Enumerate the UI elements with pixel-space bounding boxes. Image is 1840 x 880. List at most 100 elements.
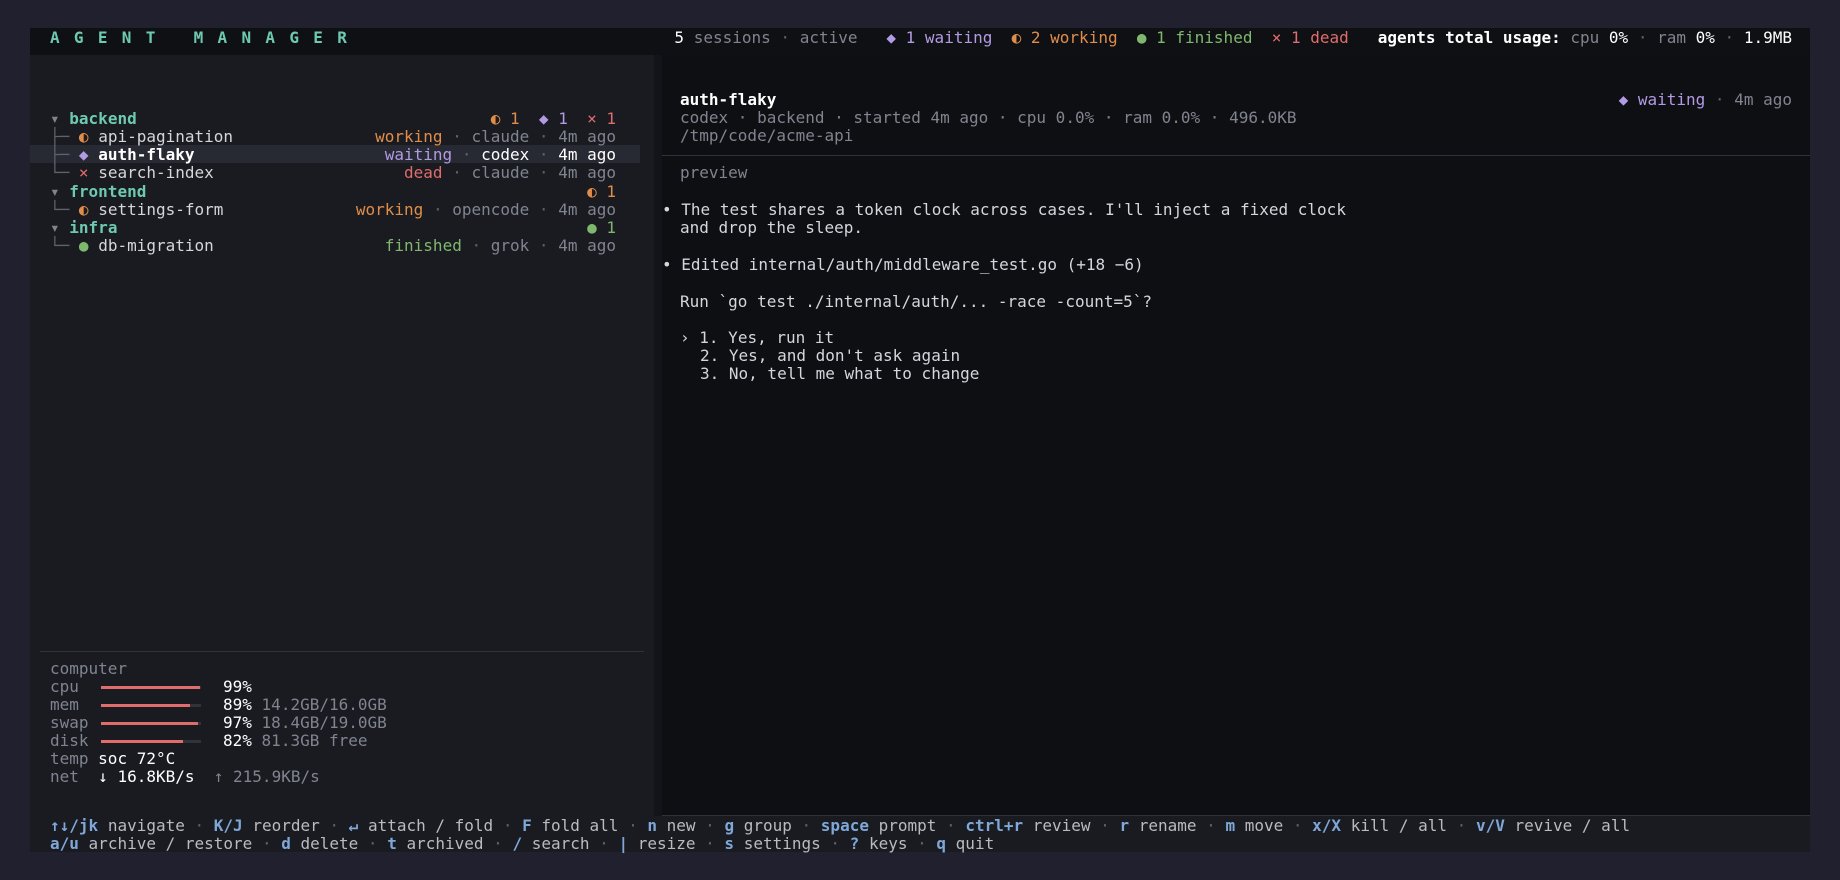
session-tree-pane: ▾ backend ◐ 1 ◆ 1 × 1 ├─ ◐ api-paginatio…: [30, 55, 654, 816]
keybinding-label: group: [743, 816, 792, 835]
session-status: dead: [404, 163, 443, 182]
temp-value: soc 72°C: [98, 749, 176, 768]
message-2: • Edited internal/auth/middleware_test.g…: [662, 256, 1144, 274]
swap-label: swap: [50, 713, 89, 732]
finished-icon: ●: [78, 236, 89, 255]
mem-percent: 89%: [223, 695, 252, 714]
sessions-label: sessions: [693, 28, 771, 47]
usage-label: agents total usage:: [1377, 28, 1561, 47]
detail-status: ◆ waiting · 4m ago: [1618, 90, 1792, 109]
keybinding-label: move: [1244, 816, 1284, 835]
session-agent: codex: [481, 145, 530, 164]
badge-dead: × 1: [587, 109, 616, 128]
group-frontend[interactable]: ▾ frontend: [50, 183, 146, 201]
session-search-index[interactable]: └─ × search-index: [50, 164, 214, 182]
session-age: 4m ago: [558, 127, 616, 146]
badge-waiting: ◆ 1: [538, 109, 568, 128]
keybinding-label: delete: [300, 834, 359, 853]
mem-label: mem: [50, 695, 79, 714]
keybinding-key: ↵: [348, 816, 359, 835]
session-name: search-index: [98, 163, 214, 182]
keybinding-label: revive / all: [1514, 816, 1631, 835]
top-bar: AGENT MANAGER 5 sessions · active ◆ 1 wa…: [30, 28, 1810, 55]
question-text: Run `go test ./internal/auth/... -race -…: [680, 292, 1153, 311]
group-name: backend: [69, 109, 137, 128]
app-title: AGENT MANAGER: [50, 29, 361, 47]
brand-label: AGENT MANAGER: [50, 28, 362, 47]
cursor-icon: ›: [680, 328, 690, 347]
keybinding-label: review: [1032, 816, 1091, 835]
keybinding-label: reorder: [252, 816, 320, 835]
session-db-migration[interactable]: └─ ● db-migration: [50, 237, 214, 255]
option-3[interactable]: 3. No, tell me what to change: [700, 365, 979, 383]
keybinding-key: ctrl+r: [965, 816, 1024, 835]
session-agent: claude: [471, 163, 530, 182]
keybinding-key: q: [936, 834, 947, 853]
agent-manager-window: AGENT MANAGER 5 sessions · active ◆ 1 wa…: [30, 28, 1810, 853]
session-status: finished: [384, 236, 462, 255]
message-2-text: Edited internal/auth/middleware_test.go …: [681, 255, 1144, 274]
keybinding-key: t: [387, 834, 397, 853]
keybinding-key: m: [1225, 816, 1236, 835]
detail-age: 4m ago: [1734, 90, 1792, 109]
session-name: settings-form: [98, 200, 224, 219]
net-row: net ↓ 16.8KB/s ↑ 215.9KB/s: [50, 768, 320, 786]
keybinding-footer: ↑↓/jk navigate · K/J reorder · ↵ attach …: [30, 816, 1810, 853]
keybinding-key: r: [1119, 816, 1130, 835]
session-name: api-pagination: [98, 127, 234, 146]
keybinding-key: ?: [849, 834, 860, 853]
sessions-state: active: [799, 28, 858, 47]
keybinding-label: resize: [637, 834, 696, 853]
keybinding-label: archive / restore: [88, 834, 253, 853]
keybinding-label: new: [666, 816, 696, 835]
detail-status-label: ◆ waiting: [1618, 90, 1706, 109]
session-api-pagination[interactable]: ├─ ◐ api-pagination: [50, 128, 233, 146]
usage-cpu-value: 0%: [1608, 28, 1629, 47]
group-infra[interactable]: ▾ infra: [50, 219, 117, 237]
bullet-icon: •: [662, 200, 672, 219]
session-status: working: [375, 127, 443, 146]
swap-bar: [101, 722, 201, 725]
session-age: 4m ago: [558, 145, 616, 164]
session-settings-form[interactable]: └─ ◐ settings-form: [50, 201, 223, 219]
keybinding-key: K/J: [213, 816, 243, 835]
session-search-index-meta: dead · claude · 4m ago: [404, 163, 616, 182]
session-name: auth-flaky: [98, 145, 195, 164]
session-auth-flaky[interactable]: ├─ ◆ auth-flaky: [50, 146, 195, 164]
mem-detail: 14.2GB/16.0GB: [261, 695, 387, 714]
badge-finished: ● 1: [587, 218, 616, 237]
session-auth-flaky-meta: waiting · codex · 4m ago: [384, 145, 616, 164]
net-down: ↓ 16.8KB/s: [98, 767, 195, 786]
sessions-count: 5: [674, 28, 685, 47]
swap-percent: 97%: [223, 713, 252, 732]
session-age: 4m ago: [558, 200, 616, 219]
badge-working: ◐ 1: [587, 182, 616, 201]
session-agent: grok: [490, 236, 530, 255]
net-up: ↑ 215.9KB/s: [213, 767, 320, 786]
usage-ram-label: ram: [1657, 28, 1686, 47]
session-settings-form-meta: working · opencode · 4m ago: [355, 200, 616, 219]
keybinding-label: navigate: [107, 816, 185, 835]
working-icon: ◐: [78, 127, 89, 146]
keybinding-label: archived: [406, 834, 484, 853]
option-1[interactable]: › 1. Yes, run it: [680, 329, 834, 347]
disk-percent: 82%: [223, 731, 252, 750]
dead-icon: ×: [78, 163, 89, 182]
mem-bar: [101, 704, 201, 707]
group-name: frontend: [69, 182, 147, 201]
usage-cpu-label: cpu: [1570, 28, 1600, 47]
keybinding-label: quit: [955, 834, 995, 853]
session-status: working: [355, 200, 424, 219]
group-backend[interactable]: ▾ backend: [50, 110, 137, 128]
disk-detail: 81.3GB free: [261, 731, 368, 750]
detail-title: auth-flaky: [680, 90, 777, 109]
stats-divider: [40, 651, 644, 652]
disk-bar: [101, 740, 201, 743]
bullet-icon: •: [662, 255, 672, 274]
keybinding-label: settings: [743, 834, 821, 853]
keybinding-key: g: [724, 816, 735, 835]
cpu-percent: 99%: [223, 677, 252, 696]
option-2[interactable]: 2. Yes, and don't ask again: [700, 347, 960, 365]
session-agent: claude: [471, 127, 530, 146]
keybinding-key: |: [618, 834, 629, 853]
